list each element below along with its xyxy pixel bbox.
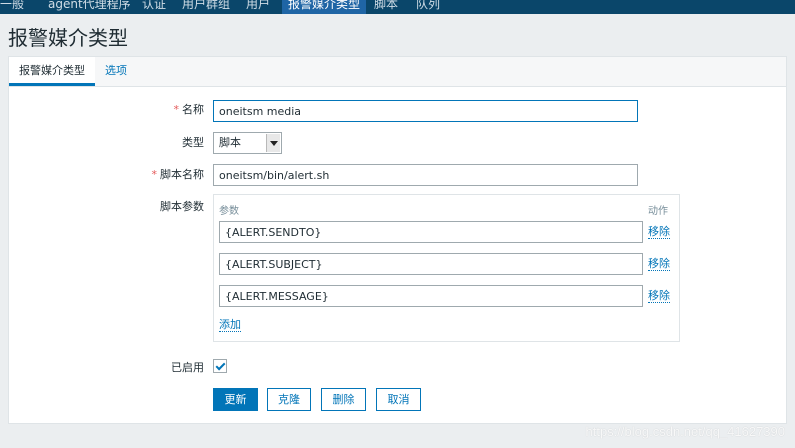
required-marker: *	[151, 168, 158, 181]
enabled-label: 已启用	[171, 361, 204, 374]
remove-param-button[interactable]: 移除	[648, 225, 670, 239]
enabled-checkbox[interactable]	[213, 359, 227, 373]
delete-button[interactable]: 删除	[321, 388, 366, 411]
tab-options[interactable]: 选项	[105, 57, 127, 85]
nav-item-users[interactable]: 用户	[246, 0, 270, 14]
script-params-table: 参数 动作 移除 移除 移除 添加	[213, 194, 680, 342]
nav-item-media-types[interactable]: 报警媒介类型	[282, 0, 367, 14]
name-label: * 名称	[9, 102, 205, 118]
remove-param-button[interactable]: 移除	[648, 257, 670, 271]
script-params-label: 脚本参数	[160, 200, 204, 213]
script-name-input[interactable]	[213, 164, 638, 186]
remove-param-button[interactable]: 移除	[648, 289, 670, 303]
nav-item-general[interactable]: 一般	[0, 0, 24, 14]
add-param-button[interactable]: 添加	[219, 318, 241, 332]
param-input-subject[interactable]	[219, 253, 643, 275]
script-name-label: * 脚本名称	[9, 167, 205, 183]
top-navigation: 一般 agent代理程序 认证 用户群组 用户 报警媒介类型 脚本 队列	[0, 0, 795, 14]
media-type-form-panel: 报警媒介类型 选项 *名称 类型 脚本 *脚本名称 脚本参数 参数 动作 移除 …	[8, 56, 787, 424]
param-input-sendto[interactable]	[219, 221, 643, 243]
required-marker: *	[173, 103, 180, 116]
update-button[interactable]: 更新	[213, 388, 258, 411]
params-column-header: 参数	[219, 206, 239, 217]
type-label: 类型	[182, 136, 204, 149]
param-input-message[interactable]	[219, 285, 643, 307]
watermark: https://blog.csdn.net/qq_41627390	[585, 424, 786, 439]
nav-item-queue[interactable]: 队列	[416, 0, 440, 14]
script-name-label-text: 脚本名称	[160, 168, 204, 181]
nav-item-user-groups[interactable]: 用户群组	[182, 0, 230, 14]
name-label-text: 名称	[182, 103, 204, 116]
cancel-button[interactable]: 取消	[376, 388, 421, 411]
clone-button[interactable]: 克隆	[267, 388, 311, 411]
nav-item-scripts[interactable]: 脚本	[374, 0, 398, 14]
action-column-header: 动作	[648, 206, 668, 217]
nav-item-proxies[interactable]: agent代理程序	[48, 0, 131, 14]
type-select[interactable]: 脚本	[213, 132, 282, 154]
tab-media-type[interactable]: 报警媒介类型	[9, 57, 95, 86]
type-select-value: 脚本	[219, 136, 241, 149]
chevron-down-icon	[266, 134, 280, 152]
page-title: 报警媒介类型	[8, 26, 128, 50]
name-input[interactable]	[213, 100, 638, 122]
nav-item-authentication[interactable]: 认证	[142, 0, 166, 14]
tab-bar: 报警媒介类型 选项	[9, 57, 786, 87]
